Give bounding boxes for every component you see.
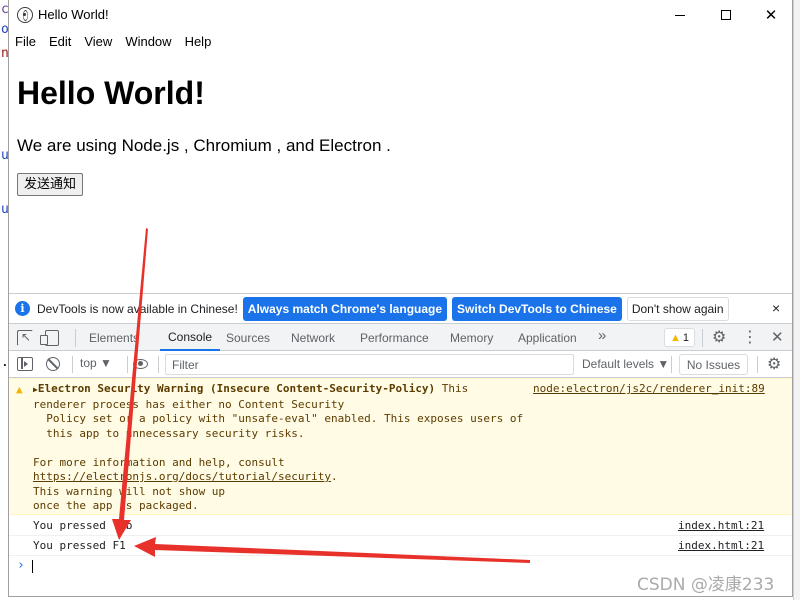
security-warning-message: ▲ ▶Electron Security Warning (Insecure C… xyxy=(9,378,792,515)
clear-console-icon[interactable] xyxy=(46,357,60,371)
tab-application[interactable]: Application xyxy=(518,324,577,351)
menu-file[interactable]: File xyxy=(15,34,42,49)
window-title: Hello World! xyxy=(38,7,109,22)
inspect-element-icon[interactable] xyxy=(17,330,33,346)
warning-this: This xyxy=(435,382,469,395)
tab-elements[interactable]: Elements xyxy=(89,324,139,351)
console-toolbar: top ▼ Default levels ▼ No Issues ⚙ xyxy=(9,351,792,378)
more-options-icon[interactable]: ⋮ xyxy=(742,327,758,347)
warning-line: This warning will not show up xyxy=(33,484,226,498)
page-content: Hello World! We are using Node.js , Chro… xyxy=(9,52,792,292)
console-log-row: You pressed Tab index.html:21 xyxy=(9,516,792,536)
log-levels-dropdown[interactable]: Default levels ▼ xyxy=(582,357,669,371)
console-messages: ▲ ▶Electron Security Warning (Insecure C… xyxy=(9,378,792,596)
warning-line: . xyxy=(331,470,338,483)
warning-source-link[interactable]: node:electron/js2c/renderer_init:89 xyxy=(533,382,765,395)
warnings-badge[interactable]: ▲ 1 xyxy=(664,328,695,347)
tab-console[interactable]: Console xyxy=(160,324,221,351)
log-text: You pressed F1 xyxy=(33,539,126,552)
title-bar[interactable]: Hello World! ✕ xyxy=(9,0,792,30)
console-settings-gear-icon[interactable]: ⚙ xyxy=(767,354,781,374)
tab-sources[interactable]: Sources xyxy=(226,324,270,351)
menu-bar: File Edit View Window Help xyxy=(9,30,792,52)
page-heading: Hello World! xyxy=(17,75,205,111)
switch-to-chinese-button[interactable]: Switch DevTools to Chinese xyxy=(452,296,622,321)
devtools-tab-bar: Elements Console Sources Network Perform… xyxy=(9,323,792,351)
warning-title: Electron Security Warning (Insecure Cont… xyxy=(37,382,436,395)
infobar-message: DevTools is now available in Chinese! xyxy=(37,301,238,316)
gear-icon[interactable]: ⚙ xyxy=(712,327,726,347)
electron-app-icon xyxy=(17,7,33,23)
close-icon: ✕ xyxy=(764,7,778,24)
menu-window[interactable]: Window xyxy=(125,34,177,49)
divider xyxy=(75,329,76,347)
close-window-button[interactable]: ✕ xyxy=(748,0,792,30)
menu-view[interactable]: View xyxy=(84,34,118,49)
always-match-language-button[interactable]: Always match Chrome's language xyxy=(242,296,448,321)
csdn-watermark: CSDN @凌康233 xyxy=(637,575,775,595)
prompt-chevron-icon: › xyxy=(17,558,25,573)
live-expression-eye-icon[interactable] xyxy=(133,359,148,369)
divider xyxy=(671,356,672,373)
log-text: You pressed Tab xyxy=(33,519,133,532)
minimize-button[interactable] xyxy=(657,0,703,30)
divider xyxy=(702,329,703,347)
warning-line: Policy set or a policy with "unsafe-eval… xyxy=(33,412,524,425)
warning-line: renderer process has either no Content S… xyxy=(33,397,345,411)
send-notification-button[interactable]: 发送通知 xyxy=(17,173,84,196)
minimize-icon xyxy=(675,14,685,16)
tab-network[interactable]: Network xyxy=(291,324,335,351)
security-docs-link[interactable]: https://electronjs.org/docs/tutorial/sec… xyxy=(33,470,331,483)
console-filter-input[interactable] xyxy=(165,354,574,375)
maximize-button[interactable] xyxy=(703,0,749,30)
divider xyxy=(158,356,159,373)
warning-count: 1 xyxy=(682,331,689,344)
issues-button[interactable]: No Issues xyxy=(679,354,748,375)
electron-window: Hello World! ✕ File Edit View Window Hel… xyxy=(8,0,793,597)
dont-show-again-button[interactable]: Don't show again xyxy=(626,296,729,321)
more-tabs-icon[interactable]: » xyxy=(598,327,606,344)
tab-memory[interactable]: Memory xyxy=(450,324,493,351)
warning-line: this app to unnecessary security risks. xyxy=(33,426,305,440)
menu-edit[interactable]: Edit xyxy=(49,34,77,49)
log-source-link[interactable]: index.html:21 xyxy=(678,519,764,532)
tab-performance[interactable]: Performance xyxy=(360,324,429,351)
log-source-link[interactable]: index.html:21 xyxy=(678,539,764,552)
warning-line: once the app is packaged. xyxy=(33,499,199,512)
show-sidebar-icon[interactable] xyxy=(17,357,33,371)
warning-icon: ▲ xyxy=(669,331,681,344)
background-window-edge xyxy=(793,0,800,600)
warning-icon: ▲ xyxy=(16,383,23,396)
page-paragraph: We are using Node.js , Chromium , and El… xyxy=(17,136,391,155)
text-caret xyxy=(32,560,33,573)
console-log-row: You pressed F1 index.html:21 xyxy=(9,536,792,556)
close-devtools-icon[interactable]: ✕ xyxy=(771,328,784,346)
warning-text: ▶Electron Security Warning (Insecure Con… xyxy=(33,382,523,514)
warning-line: For more information and help, consult xyxy=(33,455,285,469)
device-toolbar-icon[interactable] xyxy=(40,330,59,346)
divider xyxy=(72,356,73,373)
divider xyxy=(127,356,128,373)
background-editor-strip: c o n u u . xyxy=(0,0,9,600)
maximize-icon xyxy=(721,10,731,20)
devtools-language-infobar: i DevTools is now available in Chinese! … xyxy=(9,293,792,323)
context-selector[interactable]: top ▼ xyxy=(80,356,112,370)
divider xyxy=(757,356,758,373)
menu-help[interactable]: Help xyxy=(185,34,218,49)
info-icon: i xyxy=(15,301,30,316)
infobar-close-icon[interactable]: × xyxy=(772,300,780,316)
